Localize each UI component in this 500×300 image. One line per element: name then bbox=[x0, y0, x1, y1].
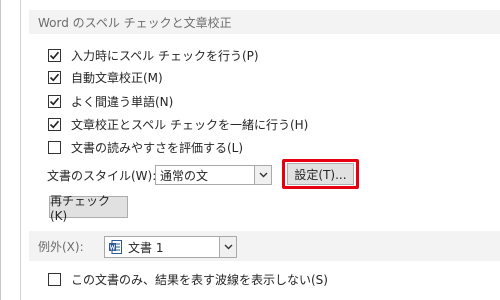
option-label: 入力時にスペル チェックを行う(P) bbox=[71, 48, 259, 63]
writing-style-value: 通常の文 bbox=[160, 168, 209, 183]
checkbox[interactable] bbox=[48, 70, 61, 84]
option-hide-spelling-errors-this-document[interactable]: この文書のみ、結果を表す波線を表示しない(S) bbox=[48, 270, 328, 288]
option-frequently-confused-words[interactable]: よく間違う単語(N) bbox=[48, 92, 173, 110]
checkbox[interactable] bbox=[48, 140, 61, 154]
highlight-box bbox=[282, 159, 359, 189]
checkbox[interactable] bbox=[48, 48, 61, 62]
chevron-down-icon[interactable] bbox=[254, 166, 271, 184]
exceptions-section-header: 例外(X): bbox=[29, 231, 500, 261]
proofing-section-header: Word のスペル チェックと文章校正 bbox=[29, 10, 500, 34]
checkmark-icon bbox=[49, 97, 60, 105]
option-label: 文書の読みやすさを評価する(L) bbox=[71, 140, 244, 155]
writing-style-dropdown[interactable]: 通常の文 bbox=[155, 165, 272, 185]
option-grammar-with-spelling[interactable]: 文章校正とスペル チェックを一緒に行う(H) bbox=[48, 115, 308, 133]
checkmark-icon bbox=[49, 120, 60, 128]
category-pane-edge bbox=[1, 0, 20, 300]
option-auto-proofreading[interactable]: 自動文章校正(M) bbox=[48, 68, 163, 86]
writing-style-label: 文書のスタイル(W): bbox=[47, 168, 157, 183]
panel-bottom-edge bbox=[29, 296, 500, 300]
exceptions-label: 例外(X): bbox=[38, 239, 84, 254]
checkbox[interactable] bbox=[48, 117, 61, 131]
checkbox[interactable] bbox=[48, 94, 61, 108]
checkmark-icon bbox=[49, 51, 60, 59]
proofing-section-title: Word のスペル チェックと文章校正 bbox=[38, 15, 232, 30]
option-check-spelling[interactable]: 入力時にスペル チェックを行う(P) bbox=[48, 46, 259, 64]
word-document-icon bbox=[109, 240, 122, 254]
checkbox[interactable] bbox=[48, 272, 61, 286]
option-label: 自動文章校正(M) bbox=[71, 70, 163, 85]
recheck-document-button[interactable]: 再チェック(K) bbox=[49, 194, 128, 223]
option-label: この文書のみ、結果を表す波線を表示しない(S) bbox=[71, 272, 328, 287]
chevron-down-icon[interactable] bbox=[219, 237, 236, 257]
panel-divider bbox=[20, 0, 21, 300]
option-label: 文章校正とスペル チェックを一緒に行う(H) bbox=[71, 117, 309, 132]
exceptions-document-dropdown[interactable]: 文書 1 bbox=[104, 236, 237, 258]
exceptions-document-value: 文書 1 bbox=[128, 240, 164, 255]
checkmark-icon bbox=[49, 73, 60, 81]
option-readability-statistics[interactable]: 文書の読みやすさを評価する(L) bbox=[48, 138, 243, 156]
option-label: よく間違う単語(N) bbox=[71, 94, 174, 109]
